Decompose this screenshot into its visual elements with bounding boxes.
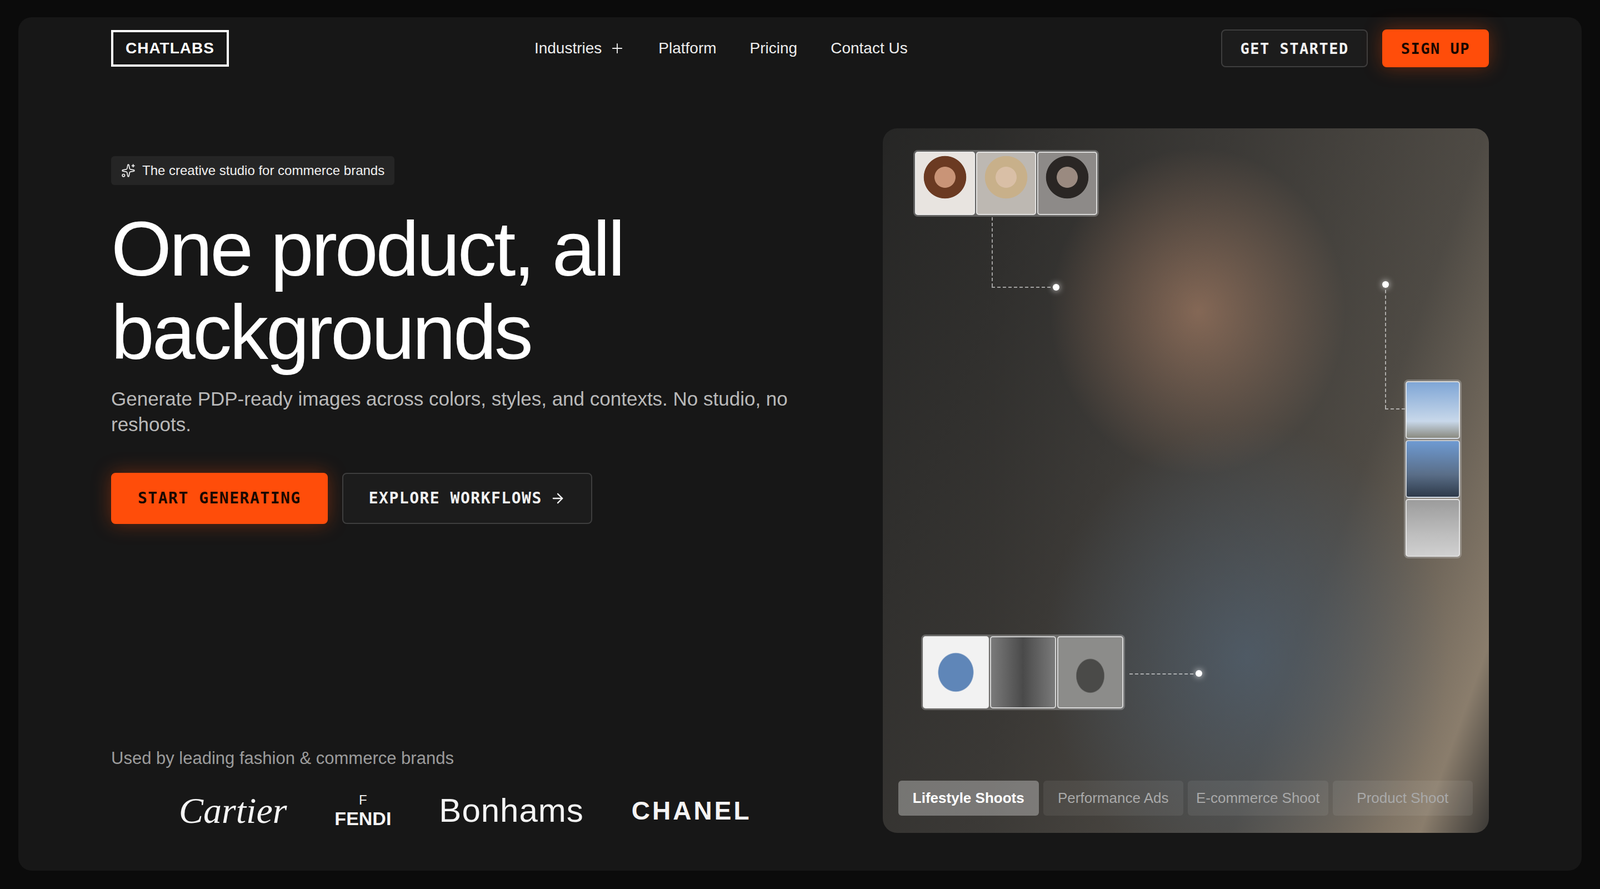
anchor-dot <box>1052 283 1060 291</box>
brand-mark: F <box>358 793 368 807</box>
hero-buttons: START GENERATING EXPLORE WORKFLOWS <box>111 472 850 524</box>
brand-logo: CHANEL <box>631 797 752 824</box>
sign-up-button[interactable]: SIGN UP <box>1382 29 1489 68</box>
nav-link[interactable]: Industries <box>534 39 625 58</box>
plus-icon <box>609 40 625 57</box>
brand-logo: Bonhams <box>438 793 584 828</box>
explore-workflows-button[interactable]: EXPLORE WORKFLOWS <box>342 472 593 524</box>
model-thumbnail[interactable] <box>915 151 975 215</box>
location-thumbnail[interactable] <box>1405 498 1460 557</box>
hero: The creative studio for commerce brands O… <box>111 128 1489 833</box>
showcase-tab[interactable]: E-commerce Shoot <box>1187 780 1329 816</box>
showcase-tabs: Lifestyle ShootsPerformance AdsE-commerc… <box>898 780 1473 816</box>
showcase-tab[interactable]: Performance Ads <box>1043 780 1184 816</box>
connector-line <box>1385 408 1405 410</box>
brand-logo: FFENDI <box>334 793 392 828</box>
title-line: backgrounds <box>111 290 850 374</box>
top-nav: CHATLABS Industries Platform Pricing Contact… <box>111 29 1489 68</box>
connector-line <box>1129 673 1199 675</box>
photo: Lifestyle ShootsPerformance AdsE-commerc… <box>882 128 1489 833</box>
connector-line <box>991 286 1057 288</box>
product-thumbnail[interactable] <box>990 636 1057 709</box>
get-started-button[interactable]: GET STARTED <box>1221 29 1368 68</box>
connector-line <box>991 217 993 287</box>
connector-line <box>1385 284 1387 409</box>
showcase-tab[interactable]: Lifestyle Shoots <box>898 780 1039 816</box>
start-generating-button[interactable]: START GENERATING <box>111 472 328 524</box>
nav-links: Industries Platform Pricing Contact Us <box>534 39 908 58</box>
hero-subtitle: Generate PDP-ready images across colors,… <box>111 386 850 438</box>
model-thumbnail[interactable] <box>1037 151 1098 215</box>
nav-link[interactable]: Platform <box>658 39 717 58</box>
title-line: One product, all <box>111 207 850 291</box>
nav-link[interactable]: Contact Us <box>830 39 908 58</box>
anchor-dot <box>1195 670 1203 677</box>
anchor-dot <box>1382 281 1389 288</box>
location-thumbnails <box>1403 379 1462 559</box>
page-panel: CHATLABS Industries Platform Pricing Contact… <box>18 17 1582 871</box>
product-thumbnails <box>921 634 1125 710</box>
product-thumbnail[interactable] <box>1057 636 1124 709</box>
badge: The creative studio for commerce brands <box>111 156 395 185</box>
arrow-right-icon <box>550 490 566 507</box>
logo[interactable]: CHATLABS <box>111 30 229 67</box>
model-thumbnails <box>913 150 1099 217</box>
client-logos: Cartier FFENDI Bonhams CHANEL <box>111 788 850 833</box>
hero-text: The creative studio for commerce brands O… <box>111 128 850 833</box>
product-thumbnail[interactable] <box>922 636 989 709</box>
nav-link[interactable]: Pricing <box>750 39 798 58</box>
screen: CHATLABS Industries Platform Pricing Contact… <box>0 0 1600 889</box>
nav-actions: GET STARTED SIGN UP <box>1221 29 1489 68</box>
brand-logo: Cartier <box>178 792 287 829</box>
model-thumbnail[interactable] <box>976 151 1037 215</box>
location-thumbnail[interactable] <box>1405 381 1460 439</box>
showcase-tab[interactable]: Product Shoot <box>1332 780 1474 816</box>
hero-title: One product, allbackgrounds <box>111 207 850 374</box>
clients: Used by leading fashion & commerce brand… <box>111 748 850 833</box>
clients-caption: Used by leading fashion & commerce brand… <box>111 748 850 769</box>
location-thumbnail[interactable] <box>1405 440 1460 498</box>
sparkle-icon <box>121 163 136 178</box>
